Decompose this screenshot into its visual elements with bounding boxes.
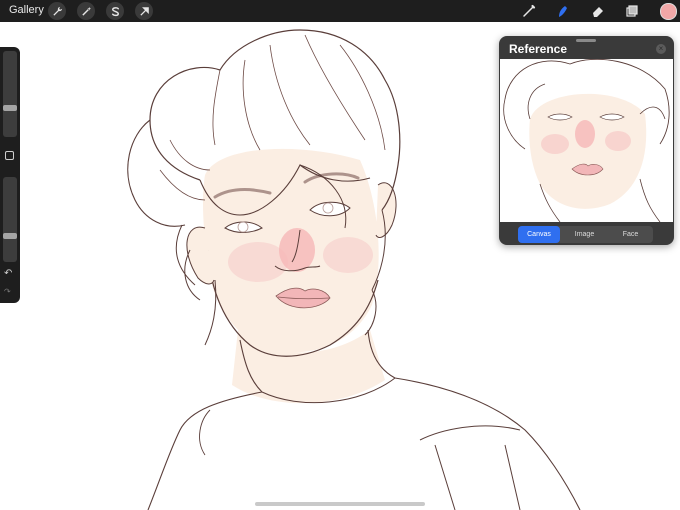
selection-s-icon	[111, 6, 119, 16]
reference-tabs: Canvas Image Face	[518, 226, 653, 243]
brush-sidebar: ↶ ↷	[0, 47, 20, 303]
magic-wand-icon	[81, 6, 91, 16]
top-toolbar: Gallery	[0, 0, 680, 22]
brush-tool[interactable]	[520, 2, 538, 20]
layers-icon	[626, 5, 638, 17]
color-picker-button[interactable]	[660, 3, 677, 20]
smudge-tool[interactable]	[554, 2, 572, 20]
brush-size-slider[interactable]	[3, 51, 17, 137]
reference-canvas-preview	[500, 59, 673, 222]
tab-image[interactable]: Image	[563, 226, 606, 243]
opacity-slider[interactable]	[3, 177, 17, 262]
transform-button[interactable]	[135, 2, 153, 20]
reference-thumbnail-art	[503, 59, 670, 222]
opacity-thumb[interactable]	[3, 233, 17, 239]
selection-button[interactable]	[106, 2, 124, 20]
reference-panel: Reference × Canvas Image Face	[499, 36, 674, 245]
modify-button[interactable]	[5, 151, 14, 160]
brush-icon	[523, 4, 536, 17]
smudge-icon	[559, 6, 567, 17]
close-icon[interactable]: ×	[656, 44, 666, 54]
brush-size-thumb[interactable]	[3, 105, 17, 111]
arrow-cursor-icon	[139, 6, 149, 16]
wrench-icon	[52, 6, 62, 16]
adjustments-button[interactable]	[77, 2, 95, 20]
redo-icon[interactable]: ↷	[4, 287, 11, 296]
tab-face[interactable]: Face	[608, 226, 653, 243]
home-indicator	[255, 502, 425, 506]
gallery-button[interactable]: Gallery	[9, 4, 44, 16]
reference-title: Reference	[509, 42, 568, 56]
undo-icon[interactable]: ↶	[4, 268, 12, 279]
actions-button[interactable]	[48, 2, 66, 20]
layers-button[interactable]	[623, 2, 641, 20]
eraser-tool[interactable]	[589, 2, 607, 20]
eraser-icon	[593, 7, 603, 17]
tab-canvas[interactable]: Canvas	[518, 226, 560, 243]
drag-handle[interactable]	[576, 39, 596, 42]
